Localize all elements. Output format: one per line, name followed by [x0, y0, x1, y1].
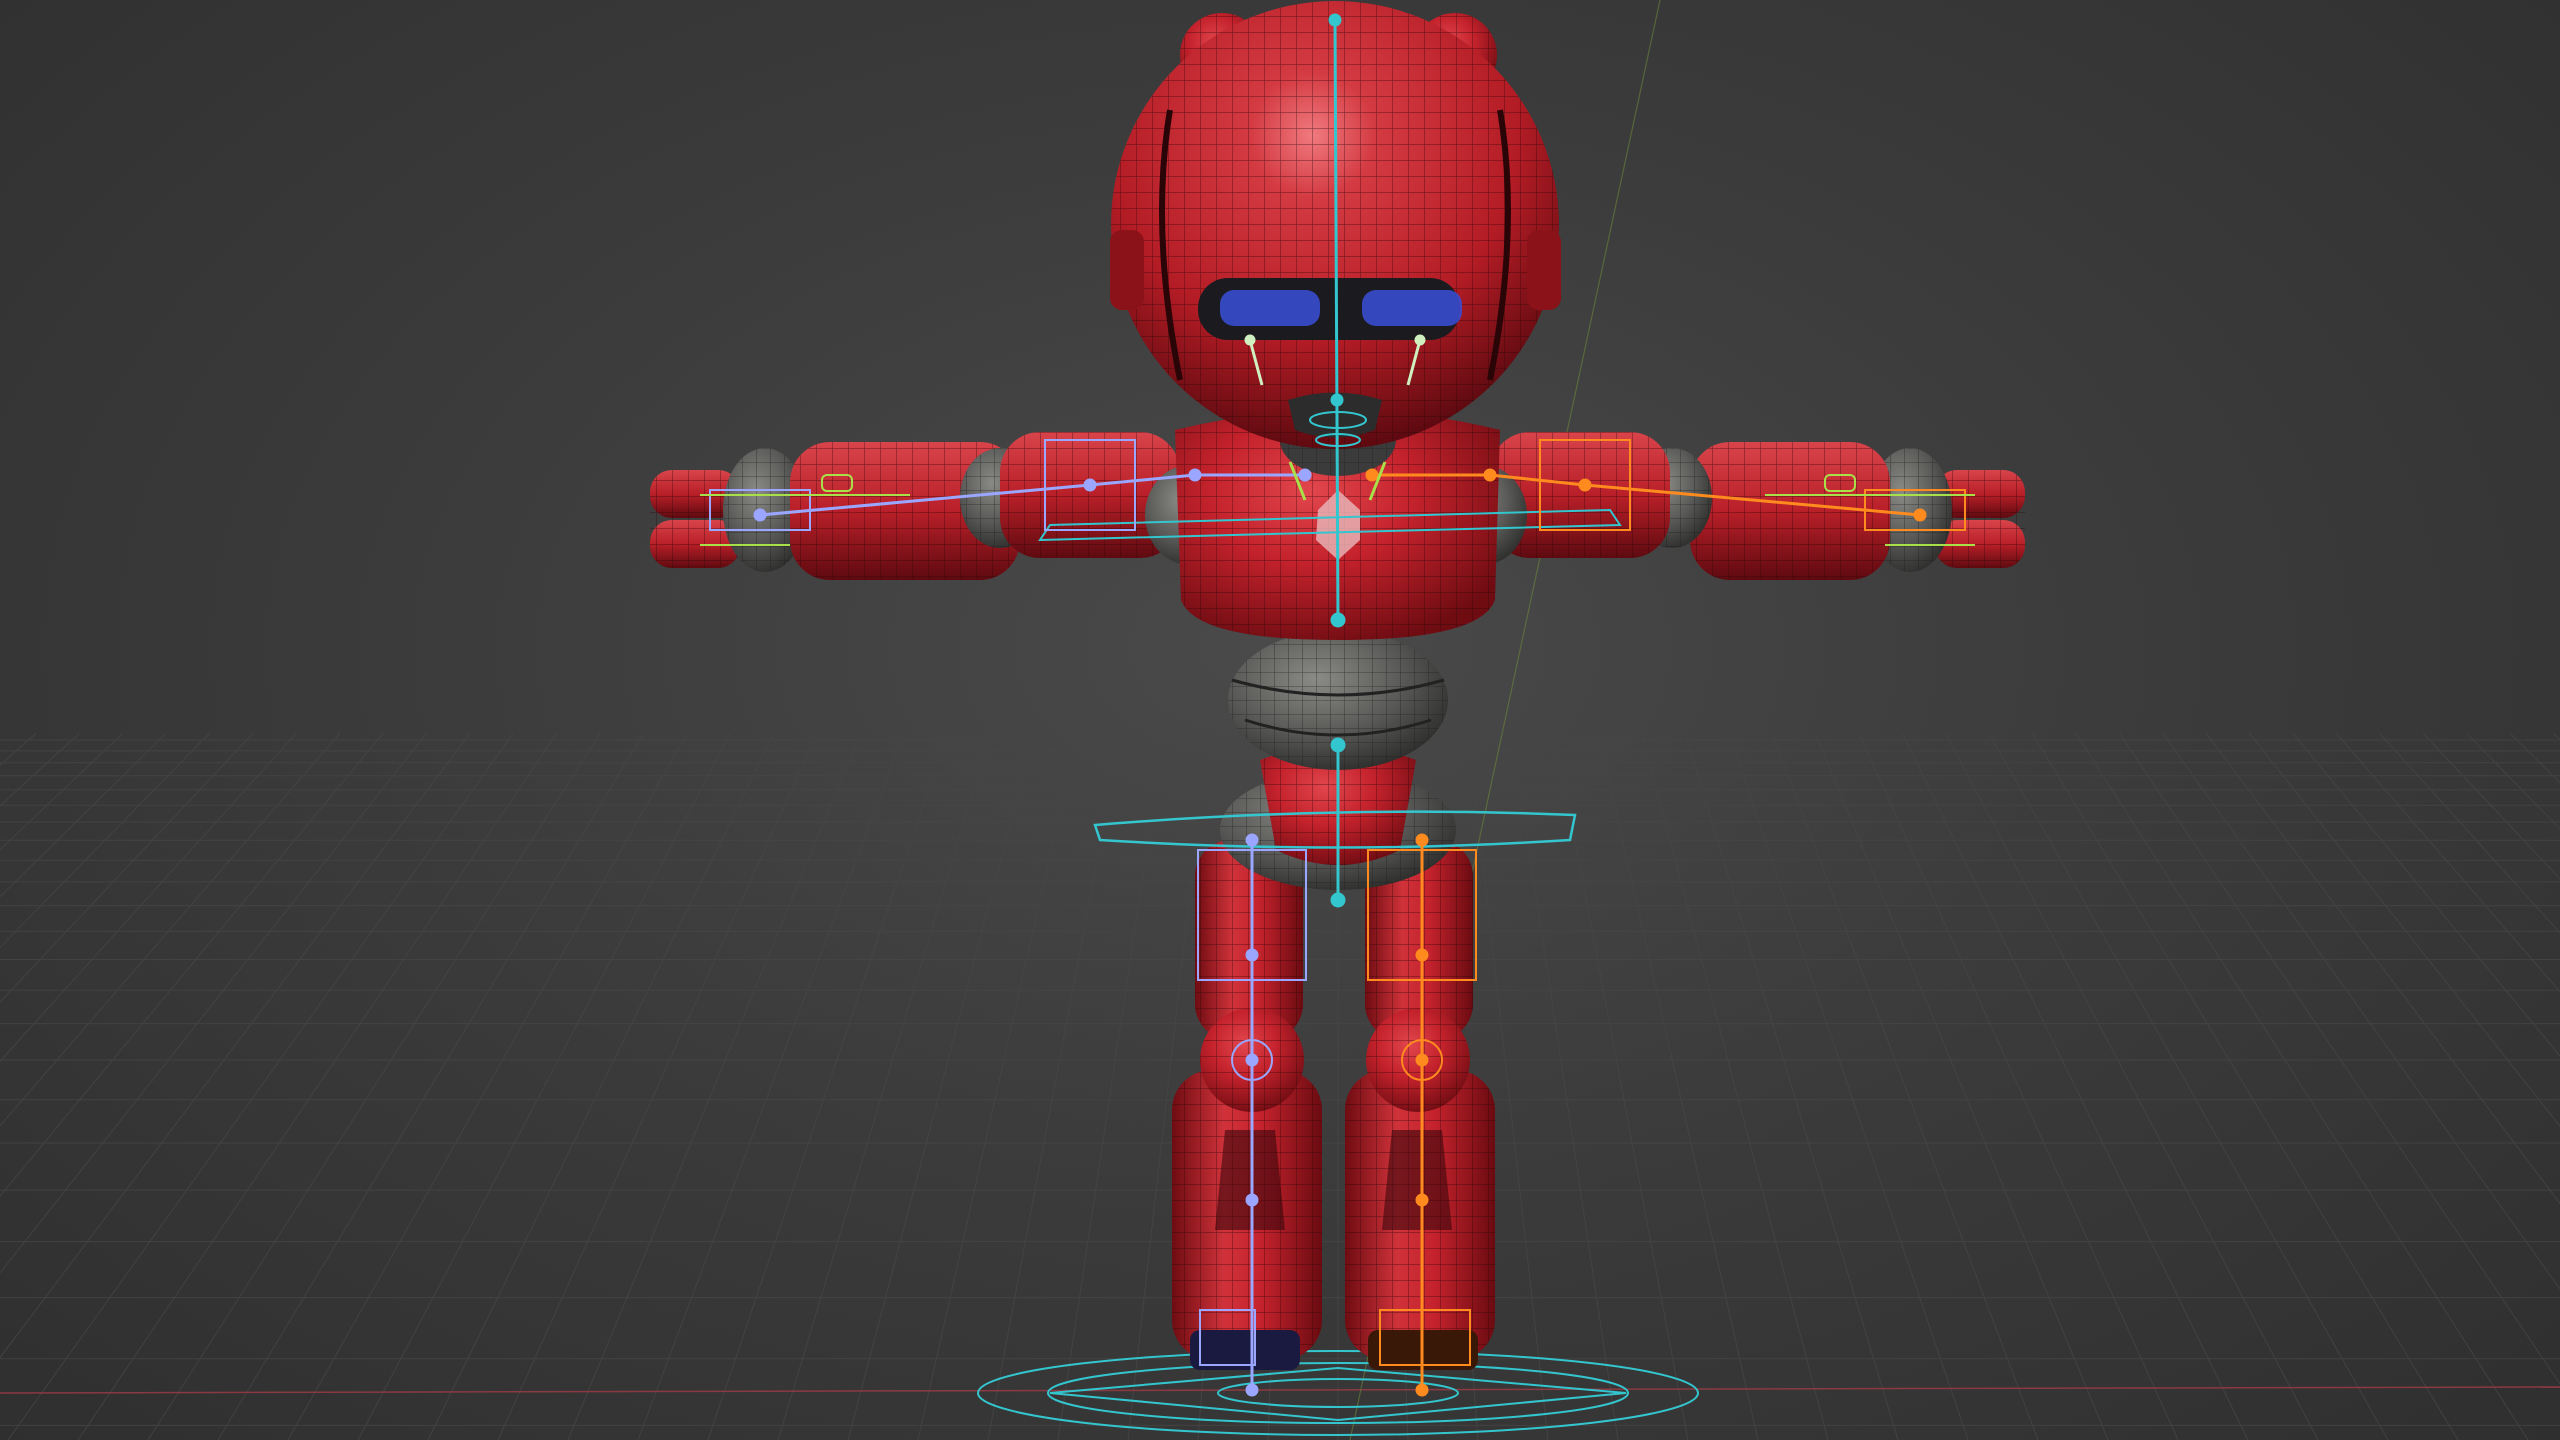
head — [1110, 1, 1561, 449]
left-eye — [1220, 290, 1320, 326]
3d-viewport[interactable] — [0, 0, 2560, 1440]
viewport-scene — [0, 0, 2560, 1440]
left-arm — [650, 432, 1235, 580]
right-eye — [1362, 290, 1462, 326]
left-leg — [1172, 840, 1322, 1370]
right-arm — [1437, 432, 2025, 580]
